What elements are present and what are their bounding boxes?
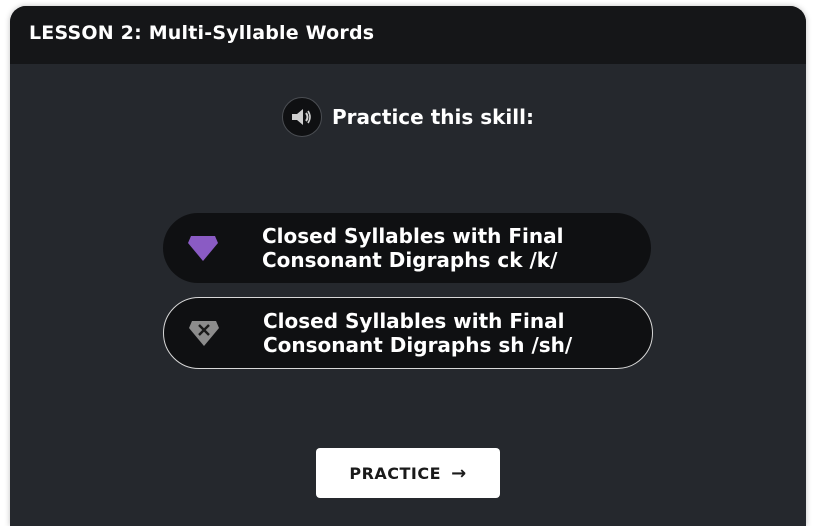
skill-label-line2: Consonant Digraphs ck /k/ [262,248,558,272]
skill-label: Closed Syllables with Final Consonant Di… [263,309,572,357]
arrow-right-icon: → [451,462,467,484]
lesson-card: LESSON 2: Multi-Syllable Words Practice … [10,6,806,526]
skill-label-line1: Closed Syllables with Final [262,224,564,248]
practice-prompt: Practice this skill: [10,97,806,137]
gem-icon [188,236,218,261]
practice-button[interactable]: PRACTICE → [316,448,500,498]
lesson-title: LESSON 2: Multi-Syllable Words [29,22,375,44]
skill-label-line2: Consonant Digraphs sh /sh/ [263,333,573,357]
skill-option-ck[interactable]: Closed Syllables with Final Consonant Di… [163,213,651,283]
gem-x-icon [189,321,219,346]
skill-option-sh[interactable]: Closed Syllables with Final Consonant Di… [163,297,653,369]
skill-label: Closed Syllables with Final Consonant Di… [262,224,563,272]
lesson-header: LESSON 2: Multi-Syllable Words [10,6,806,64]
prompt-text: Practice this skill: [332,105,534,129]
skill-label-line1: Closed Syllables with Final [263,309,565,333]
practice-button-label: PRACTICE [349,463,442,483]
speaker-icon [292,109,311,125]
audio-button[interactable] [282,97,323,137]
